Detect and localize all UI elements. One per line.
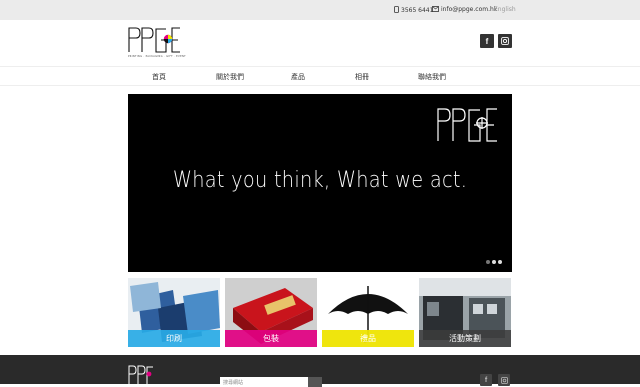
slider-pagination [486,260,502,264]
language-switch[interactable]: English [494,6,516,14]
mail-icon [432,6,439,12]
footer-instagram-icon[interactable] [498,374,510,386]
category-gifts[interactable]: 禮品 [322,278,414,347]
instagram-icon[interactable] [498,34,512,48]
main-nav: 首頁 關於我們 產品 相冊 聯絡我們 [0,66,640,86]
category-label: 印刷 [128,330,220,347]
category-label: 活動策劃 [419,330,511,347]
nav-item-home[interactable]: 首頁 [152,72,166,82]
slider-dot[interactable] [486,260,490,264]
nav-item-about[interactable]: 關於我們 [216,72,244,82]
phone-number: 3565 6441 [401,7,434,14]
nav-item-contact[interactable]: 聯絡我們 [418,72,446,82]
category-events[interactable]: 活動策劃 [419,278,511,347]
ppge-logo-white [437,108,497,142]
hero-slider[interactable]: What you think, What we act. [128,94,512,272]
email-contact[interactable]: info@ppge.com.hk [432,6,497,14]
top-bar: 3565 6441 info@ppge.com.hk English [0,0,640,20]
category-label: 禮品 [322,330,414,347]
phone-icon [394,6,399,13]
footer-search-button[interactable] [308,377,322,387]
category-label: 包裝 [225,330,317,347]
email-address: info@ppge.com.hk [441,6,498,13]
slider-dot[interactable] [498,260,502,264]
category-printing[interactable]: 印刷 [128,278,220,347]
footer-logo[interactable] [128,364,154,386]
site-footer: 搜尋網站 f [0,355,640,387]
phone-contact[interactable]: 3565 6441 [394,6,433,15]
hero-slogan: What you think, What we act. [172,168,468,193]
slider-dot-active[interactable] [492,260,496,264]
nav-item-products[interactable]: 產品 [291,72,305,82]
facebook-icon[interactable]: f [480,34,494,48]
footer-facebook-icon[interactable]: f [480,374,492,386]
site-header: PRINTING · PACKAGING · GIFT · EVENT f [0,20,640,66]
footer-search-input[interactable]: 搜尋網站 [220,377,308,387]
nav-item-gallery[interactable]: 相冊 [355,72,369,82]
category-packaging[interactable]: 包裝 [225,278,317,347]
logo-tagline: PRINTING · PACKAGING · GIFT · EVENT [128,55,186,58]
